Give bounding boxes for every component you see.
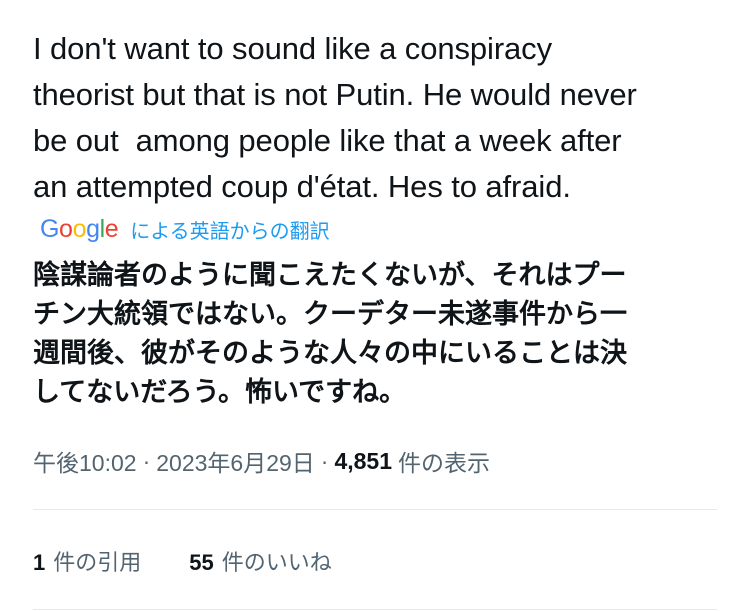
tweet-original-text: I don't want to sound like a conspiracy … <box>33 31 637 204</box>
google-logo-letter-g2: g <box>86 214 100 243</box>
meta-separator: · <box>320 447 329 474</box>
divider <box>33 509 717 510</box>
quotes-label: 件の引用 <box>53 550 142 575</box>
tweet-date[interactable]: 2023年6月29日 <box>156 444 315 478</box>
google-logo-letter-g1: G <box>40 214 60 243</box>
tweet-time[interactable]: 午後10:02 <box>33 444 137 478</box>
meta-separator: · <box>142 447 151 474</box>
views-label: 件の表示 <box>398 450 491 476</box>
tweet-translated-text: 陰謀論者のように聞こえたくないが、それはプー チン大統領ではない。クーデター未遂… <box>33 260 627 408</box>
likes-stat[interactable]: 55 件のいいね <box>189 545 332 577</box>
quotes-count: 1 <box>33 550 46 575</box>
likes-label: 件のいいね <box>221 550 332 575</box>
google-logo-letter-o2: o <box>72 214 87 243</box>
likes-count: 55 <box>189 550 214 575</box>
translation-link[interactable]: による英語からの翻訳 <box>130 215 329 244</box>
google-logo-letter-o1: o <box>59 214 73 243</box>
tweet-stats: 1 件の引用 55 件のいいね <box>33 545 332 577</box>
google-logo: G o o g l e <box>40 214 119 244</box>
divider <box>33 609 717 610</box>
translation-attribution[interactable]: G o o g l e による英語からの翻訳 <box>40 213 330 245</box>
google-logo-letter-e: e <box>104 214 119 243</box>
views-count: 4,851 <box>334 447 393 474</box>
tweet-meta: 午後10:02 · 2023年6月29日 · 4,851 件の表示 <box>33 444 490 478</box>
quotes-stat[interactable]: 1 件の引用 <box>33 545 141 577</box>
tweet-detail: I don't want to sound like a conspiracy … <box>0 0 750 611</box>
